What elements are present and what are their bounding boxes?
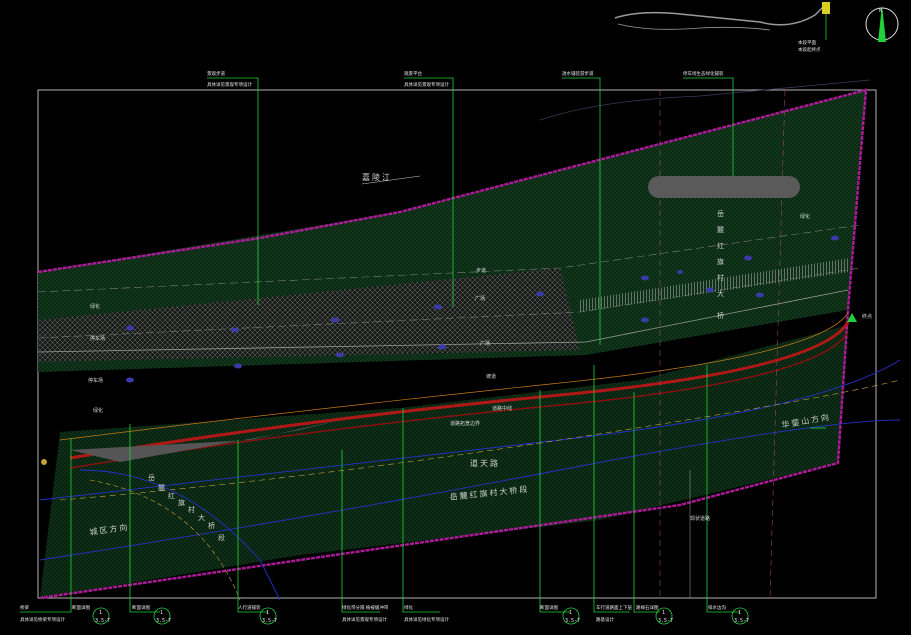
svg-text:段: 段 — [218, 533, 225, 542]
svg-text:麓: 麓 — [717, 225, 724, 234]
svg-text:1: 1 — [662, 610, 665, 616]
svg-text:村: 村 — [717, 273, 724, 282]
svg-text:岳: 岳 — [717, 210, 724, 218]
top-callout-2-title: 观景平台 — [404, 70, 422, 77]
svg-text:岳: 岳 — [148, 474, 155, 482]
label-road-sign: 道天路 — [470, 458, 500, 468]
svg-text:具体详见景观专项设计: 具体详见景观专项设计 — [342, 616, 387, 623]
label-widen-boundary: 道路拓宽边界 — [450, 420, 480, 427]
north-label: N — [879, 8, 882, 14]
svg-text:路基设计: 路基设计 — [596, 616, 614, 623]
svg-text:1: 1 — [99, 610, 102, 616]
svg-text:断面详图: 断面详图 — [540, 604, 558, 611]
svg-text:桥: 桥 — [208, 521, 215, 530]
svg-text:1: 1 — [160, 610, 163, 616]
svg-text:人行道铺装: 人行道铺装 — [238, 604, 261, 611]
svg-text:具体详见桥梁专项设计: 具体详见桥梁专项设计 — [20, 616, 65, 623]
label-green-3: 绿化 — [800, 213, 810, 220]
svg-text:麓: 麓 — [158, 483, 165, 492]
svg-text:车行道路面上下层: 车行道路面上下层 — [596, 604, 632, 611]
svg-text:大: 大 — [198, 513, 205, 522]
label-green-1: 绿化 — [90, 303, 100, 310]
svg-text:3.5-7: 3.5-7 — [565, 618, 580, 624]
svg-text:1: 1 — [266, 610, 269, 616]
svg-text:桥梁: 桥梁 — [20, 604, 29, 611]
svg-text:路缘石详图: 路缘石详图 — [636, 604, 659, 611]
svg-text:1: 1 — [569, 610, 572, 616]
svg-text:旗: 旗 — [178, 498, 185, 507]
label-green-2: 绿化 — [93, 407, 103, 414]
svg-text:村: 村 — [188, 505, 195, 514]
svg-text:3.5-7: 3.5-7 — [156, 618, 171, 624]
parking-lot-shape — [648, 176, 800, 198]
inset-label-2: 本段起终点 — [798, 46, 821, 53]
svg-text:3.5-7: 3.5-7 — [734, 618, 749, 624]
top-callout-1-sub: 具体详见景观专项设计 — [207, 81, 252, 88]
svg-text:3.5-7: 3.5-7 — [95, 618, 110, 624]
svg-text:3.5-7: 3.5-7 — [262, 618, 277, 624]
svg-text:红: 红 — [717, 241, 724, 250]
label-sidewalk-upper: 步道 — [476, 267, 486, 274]
svg-text:排水边沟: 排水边沟 — [708, 604, 726, 611]
top-callout-1-title: 景观步道 — [207, 70, 225, 77]
svg-text:断面详图: 断面详图 — [72, 604, 90, 611]
svg-text:大: 大 — [717, 289, 724, 298]
top-callout-2-sub: 具体详见景观专项设计 — [404, 81, 449, 88]
svg-text:绿化: 绿化 — [404, 604, 413, 611]
top-callout-3-title: 透水铺装游步道 — [562, 70, 594, 77]
svg-text:3.5-7: 3.5-7 — [658, 618, 673, 624]
label-parking-1: 停车场 — [90, 335, 105, 342]
svg-text:1: 1 — [738, 610, 741, 616]
label-end-point: 终点 — [862, 313, 872, 320]
start-point-marker — [41, 459, 47, 465]
label-parking-2: 停车场 — [88, 377, 103, 384]
label-plaza-1: 广场 — [475, 295, 485, 302]
svg-text:红: 红 — [168, 491, 175, 500]
label-existing-road: 现状道路 — [690, 515, 710, 522]
label-plaza-2: 广场 — [480, 340, 490, 347]
svg-text:具体详见绿化专项设计: 具体详见绿化专项设计 — [404, 616, 449, 623]
inset-label-1: 本段平面 — [798, 39, 816, 46]
cad-plan-drawing: 嘉陵江 步道 绿化 停车场 停车场 广场 广场 坡道 道路中线 绿化 绿化 道路… — [0, 0, 911, 635]
top-callout-4-title: 停车场生态绿化铺装 — [683, 70, 724, 77]
svg-text:桥: 桥 — [717, 311, 724, 320]
label-slope: 坡道 — [486, 373, 496, 380]
svg-text:旗: 旗 — [717, 257, 724, 266]
svg-text:绿化带分隔 植被缓冲带: 绿化带分隔 植被缓冲带 — [342, 604, 389, 611]
label-road-center: 道路中线 — [492, 405, 512, 412]
svg-text:断面详图: 断面详图 — [132, 604, 150, 611]
